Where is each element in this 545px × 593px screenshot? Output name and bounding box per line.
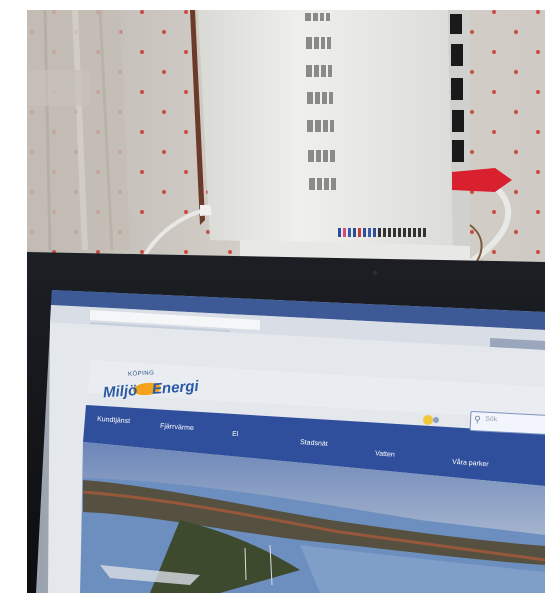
- nav-item-vatten[interactable]: Vatten: [375, 450, 395, 459]
- search-icon: ⚲: [473, 414, 482, 425]
- router: [190, 10, 470, 262]
- website: [80, 360, 545, 593]
- nav-item-el[interactable]: El: [232, 431, 239, 439]
- search-placeholder: Sök: [484, 415, 498, 424]
- site-search-input[interactable]: ⚲ Sök: [469, 410, 545, 436]
- photo: [0, 0, 545, 593]
